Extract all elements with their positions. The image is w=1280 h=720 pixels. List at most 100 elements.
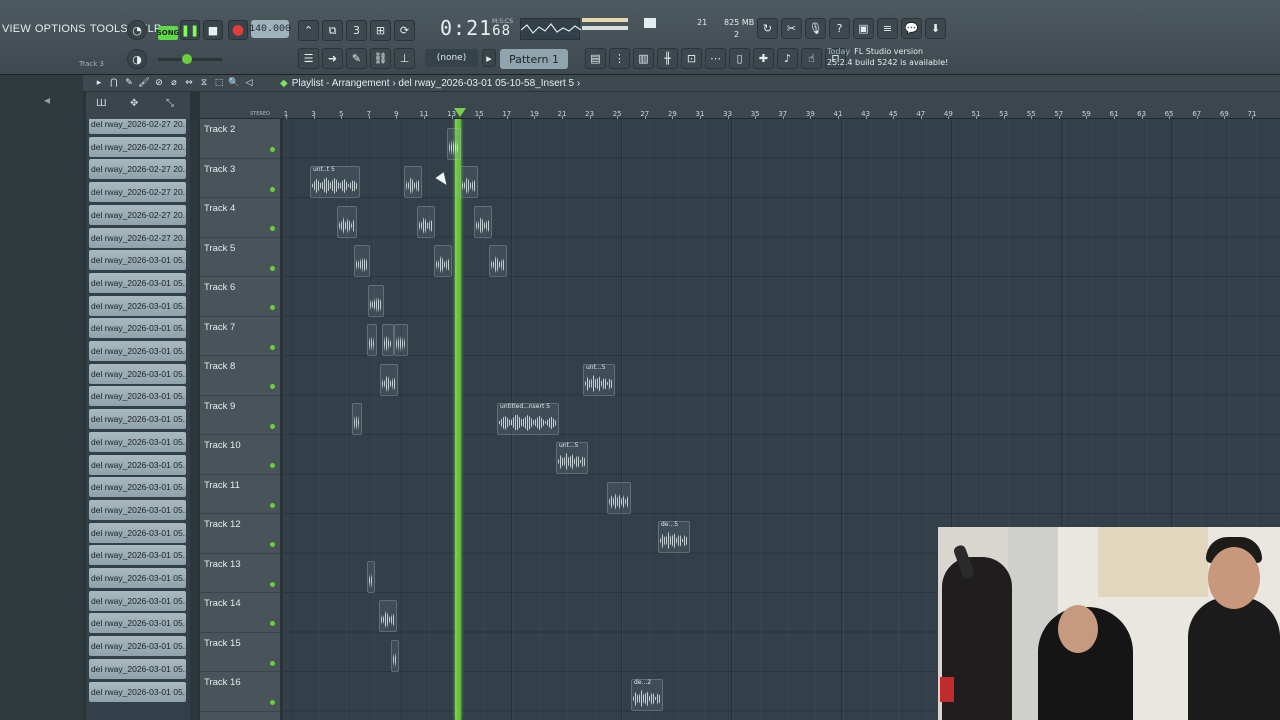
pin-icon[interactable]: ✚ (753, 48, 774, 69)
pattern-selector[interactable]: Pattern 1 (500, 49, 568, 69)
clip-source-item[interactable]: del rway_2026-03-01 05... (89, 658, 186, 679)
track-mute-led[interactable] (270, 265, 275, 271)
mixer-view-icon[interactable]: ╫ (657, 48, 678, 69)
track-header[interactable]: Track 8 (200, 356, 280, 396)
loop-record-icon[interactable]: ⟳ (394, 20, 415, 41)
audio-clip[interactable] (489, 245, 507, 277)
mute-tool-icon[interactable]: ⌀ (168, 76, 180, 89)
menu-view[interactable]: VIEW (2, 23, 31, 35)
audio-clip[interactable]: unt...5 (556, 442, 588, 474)
news-panel[interactable]: Today FL Studio version 25.2.4 build 5242… (827, 46, 948, 68)
clip-source-item[interactable]: del rway_2026-03-01 05... (89, 499, 186, 520)
arrow-right-icon[interactable]: ➜ (322, 48, 343, 69)
clip-source-item[interactable]: del rway_2026-03-01 05... (89, 431, 186, 452)
clip-source-item[interactable]: del rway_2026-03-01 05... (89, 272, 186, 293)
paint-tool-icon[interactable]: 🖌 (138, 76, 150, 89)
move-icon[interactable]: ✥ (130, 98, 138, 109)
menu-options[interactable]: OPTIONS (35, 23, 86, 35)
track-mute-led[interactable] (270, 186, 275, 192)
track-mute-led[interactable] (270, 463, 275, 468)
pattern-prev-icon[interactable]: ▸ (482, 49, 496, 67)
clip-source-item[interactable]: del rway_2026-03-01 05... (89, 568, 186, 588)
link-icon[interactable]: ⛓ (370, 48, 391, 69)
timeline-ruler[interactable]: STEREO 1 3 5 7 9 11 13 15 17 19 21 23 25 27 29 31 33 35 37… (200, 92, 1280, 122)
audio-clip[interactable] (379, 600, 397, 632)
track-header[interactable]: Track 10 (200, 435, 280, 475)
master-pitch-slider[interactable] (158, 54, 222, 64)
clip-source-item[interactable]: del rway_2026-03-01 05... (89, 409, 186, 430)
playhead[interactable] (455, 119, 461, 720)
record-button[interactable]: ● (228, 20, 248, 40)
track-header[interactable]: Track 6 (200, 277, 280, 317)
zoom-tool-icon[interactable]: 🔍 (228, 76, 240, 89)
refresh-icon[interactable]: ↻ (757, 18, 778, 39)
clip-source-item[interactable]: del rway_2026-02-27 20... (89, 159, 186, 180)
clip-source-item[interactable]: del rway_2026-03-01 05... (89, 386, 186, 407)
track-mute-led[interactable] (270, 384, 275, 389)
audio-clip[interactable] (474, 206, 492, 238)
audio-clip[interactable] (380, 364, 398, 396)
channel-rack-icon[interactable]: ▤ (585, 48, 606, 69)
clip-source-item[interactable]: del rway_2026-02-27 20... (89, 204, 186, 225)
audio-clip[interactable] (352, 403, 362, 435)
pause-button[interactable]: ❚❚ (180, 20, 200, 40)
track-header[interactable]: Track 11 (200, 475, 280, 514)
clip-source-item[interactable]: del rway_2026-03-01 05... (89, 295, 186, 316)
audio-clip[interactable] (394, 324, 408, 356)
clip-source-item[interactable]: del rway_2026-02-27 20... (89, 119, 186, 134)
playlist-icon[interactable]: ☰ (298, 48, 319, 69)
tempo-display[interactable]: 140.000 (249, 20, 291, 38)
master-volume-knob[interactable]: ◔ (127, 20, 147, 40)
menu-tools[interactable]: TOOLS (90, 23, 128, 35)
plugin-picker-icon[interactable]: ♪ (777, 48, 798, 69)
track-header[interactable]: Track 4 (200, 198, 280, 238)
clip-source-item[interactable]: del rway_2026-03-01 05... (89, 636, 186, 657)
track-header[interactable]: Track 7 (200, 317, 280, 356)
stamp-icon[interactable]: ⊥ (394, 48, 415, 69)
song-mode-badge[interactable]: SONG (157, 26, 179, 40)
mic-icon[interactable]: 🎙 (805, 18, 826, 39)
audio-clip[interactable] (434, 245, 452, 277)
track-mute-led[interactable] (270, 344, 275, 350)
audio-clip[interactable] (391, 640, 399, 672)
tempo-tapper-icon[interactable]: ⋯ (705, 48, 726, 69)
piano-roll-icon[interactable]: ⋮ (609, 48, 630, 69)
track-mute-led[interactable] (270, 581, 275, 587)
chat-icon[interactable]: 💬 (901, 18, 922, 39)
clip-source-item[interactable]: del rway_2026-03-01 05... (89, 477, 186, 498)
audio-clip[interactable]: unt..t 5 (310, 166, 360, 198)
track-mute-led[interactable] (270, 147, 275, 152)
clip-source-item[interactable]: del rway_2026-03-01 05... (89, 522, 186, 543)
audio-clip[interactable] (354, 245, 370, 277)
track-mute-led[interactable] (270, 660, 275, 666)
audio-clip[interactable] (337, 206, 357, 238)
metronome-icon[interactable]: ⌃ (298, 20, 319, 41)
list-view-icon[interactable]: Ш (96, 98, 107, 109)
wait-input-icon[interactable]: ⧉ (322, 20, 343, 41)
audio-clip[interactable] (417, 206, 435, 238)
playback-tool-icon[interactable]: ◁ (243, 76, 255, 89)
download-icon[interactable]: ⬇ (925, 18, 946, 39)
track-header[interactable]: Track 12 (200, 514, 280, 554)
magnet-icon[interactable]: ⋂ (108, 76, 120, 89)
track-header[interactable]: Track 15 (200, 633, 280, 672)
track-mute-led[interactable] (270, 621, 275, 626)
clip-source-item[interactable]: del rway_2026-03-01 05... (89, 454, 186, 475)
save-icon[interactable]: ▣ (853, 18, 874, 39)
pitch-knob[interactable]: ◑ (127, 49, 147, 69)
audio-clip[interactable] (404, 166, 422, 198)
clip-source-item[interactable]: del rway_2026-03-01 05... (89, 545, 186, 566)
audio-clip[interactable]: de...2 (631, 679, 663, 711)
help-icon[interactable]: ? (829, 18, 850, 39)
step-edit-icon[interactable]: ⊞ (370, 20, 391, 41)
clip-source-item[interactable]: del rway_2026-02-27 20... (89, 136, 186, 157)
mixer-icon[interactable]: ≡ (877, 18, 898, 39)
audio-clip[interactable] (447, 128, 461, 160)
touch-icon[interactable]: ☝ (801, 48, 822, 69)
audio-clip[interactable] (368, 285, 384, 317)
draw-tool-icon[interactable]: ✎ (123, 76, 135, 89)
clip-source-item[interactable]: del rway_2026-02-27 20... (89, 182, 186, 203)
audio-clip[interactable] (382, 324, 394, 356)
audio-clip[interactable] (607, 482, 631, 514)
audio-clip[interactable] (367, 324, 377, 356)
